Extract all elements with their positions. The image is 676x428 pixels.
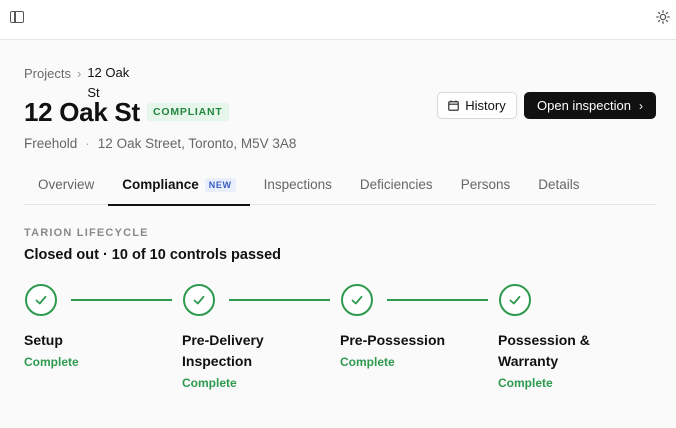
- tab-inspections[interactable]: Inspections: [250, 172, 346, 205]
- property-subtitle: Freehold · 12 Oak Street, Toronto, M5V 3…: [24, 136, 296, 151]
- step-complete-indicator: [25, 284, 57, 316]
- tenure-type: Freehold: [24, 136, 78, 151]
- step-complete-indicator: [341, 284, 373, 316]
- lifecycle-section-label: TARION LIFECYCLE: [24, 227, 149, 239]
- check-icon: [193, 295, 205, 305]
- lifecycle-summary: Closed out · 10 of 10 controls passed: [24, 247, 282, 263]
- step-connector: [229, 299, 330, 301]
- tab-label: Deficiencies: [359, 177, 433, 192]
- step-complete-indicator: [183, 284, 215, 316]
- tab-deficiencies[interactable]: Deficiencies: [346, 172, 447, 205]
- step-name-setup: Setup: [24, 332, 63, 348]
- tab-label: Details: [538, 177, 580, 192]
- top-bar: [0, 0, 676, 40]
- tab-bar: Overview Compliance NEW Inspections Defi…: [24, 172, 656, 206]
- tab-compliance[interactable]: Compliance NEW: [108, 172, 250, 206]
- tab-label: Compliance: [122, 177, 199, 192]
- property-address: 12 Oak Street, Toronto, M5V 3A8: [97, 136, 297, 151]
- tab-label: Overview: [38, 177, 95, 192]
- step-connector: [71, 299, 172, 301]
- check-icon: [509, 295, 521, 305]
- open-inspection-button[interactable]: Open inspection ›: [524, 92, 656, 119]
- sidebar-toggle-icon[interactable]: [10, 11, 24, 23]
- tab-overview[interactable]: Overview: [24, 172, 108, 205]
- tab-label: Inspections: [263, 177, 332, 192]
- step-status: Complete: [182, 376, 237, 390]
- page-title: 12 Oak St: [24, 97, 140, 127]
- check-icon: [351, 295, 363, 305]
- check-icon: [35, 295, 47, 305]
- step-connector: [387, 299, 488, 301]
- chevron-right-icon: ›: [638, 98, 643, 113]
- step-name-possession-warranty: Possession & Warranty: [498, 332, 590, 369]
- new-badge: NEW: [204, 178, 236, 192]
- status-badge: COMPLIANT: [147, 103, 229, 121]
- step-status: Complete: [498, 376, 553, 390]
- step-name-pre-delivery: Pre-Delivery Inspection: [182, 332, 264, 369]
- subtitle-separator: ·: [85, 136, 90, 151]
- step-status: Complete: [24, 355, 79, 369]
- open-inspection-label: Open inspection: [537, 98, 631, 113]
- tab-details[interactable]: Details: [524, 172, 593, 205]
- calendar-icon: [448, 100, 460, 111]
- step-complete-indicator: [499, 284, 531, 316]
- tab-persons[interactable]: Persons: [447, 172, 525, 205]
- history-button-label: History: [465, 98, 506, 113]
- history-button[interactable]: History: [437, 92, 517, 119]
- sun-icon[interactable]: [656, 10, 670, 24]
- step-status: Complete: [340, 355, 395, 369]
- tab-label: Persons: [460, 177, 511, 192]
- step-name-pre-possession: Pre-Possession: [340, 332, 446, 348]
